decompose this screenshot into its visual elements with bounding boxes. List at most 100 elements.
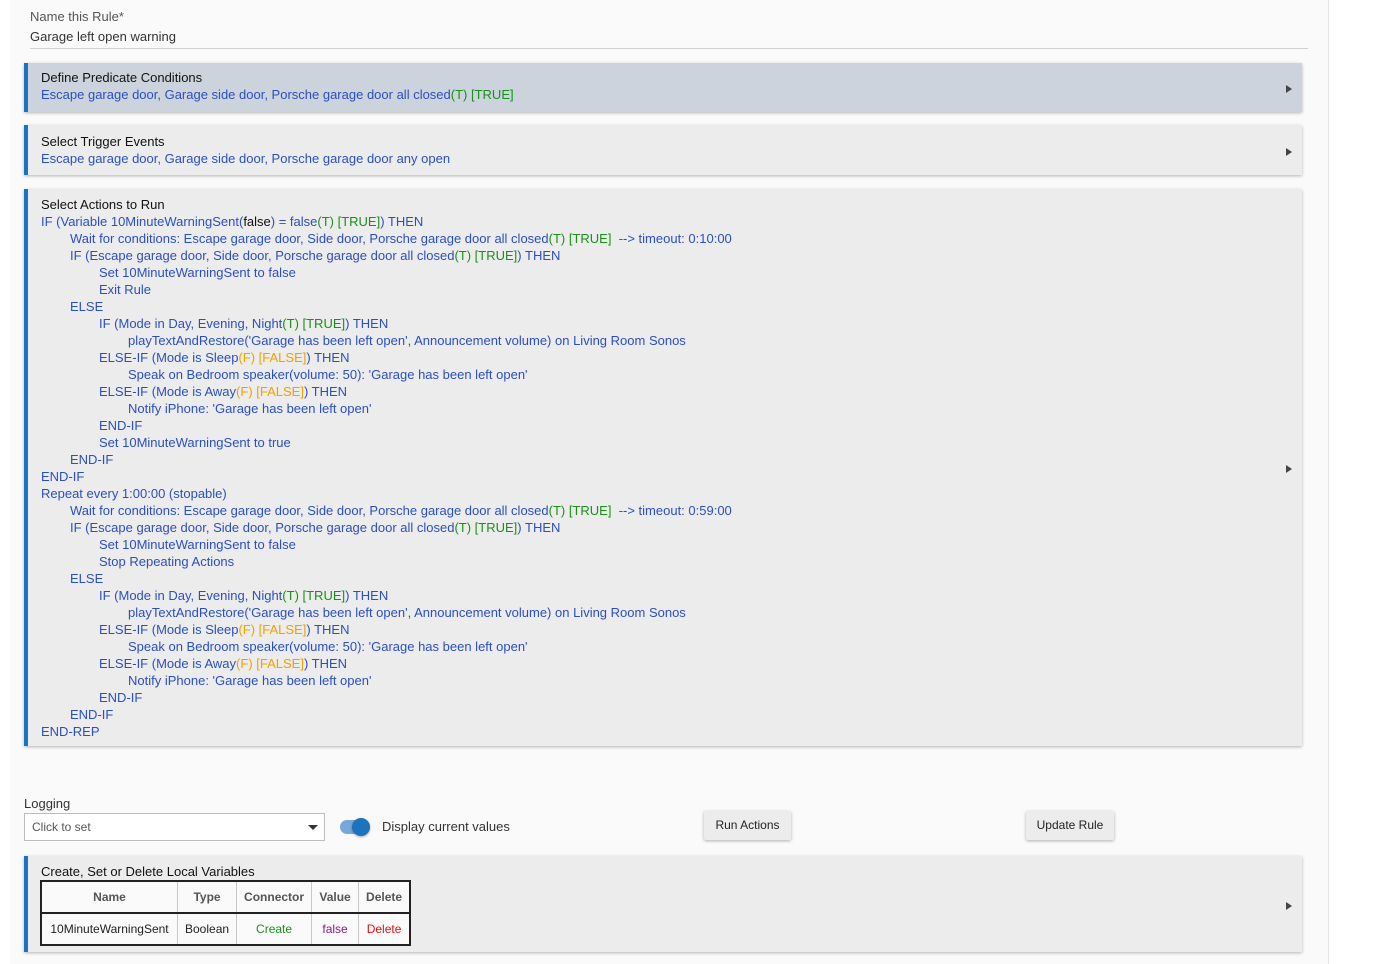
- action-segment: END-IF: [70, 707, 114, 722]
- action-segment: playTextAndRestore('Garage has been left…: [128, 333, 686, 348]
- action-line: ELSE-IF (Mode is Away(F) [FALSE]) THEN: [41, 655, 1272, 672]
- triangle-right-icon[interactable]: [1286, 902, 1292, 910]
- action-line: ELSE: [41, 570, 1272, 587]
- action-segment: Repeat every 1:00:00 (stopable): [41, 486, 227, 501]
- predicate-text: Escape garage door, Garage side door, Po…: [41, 87, 451, 102]
- action-segment: ) THEN: [380, 214, 424, 229]
- action-segment: Wait for conditions: Escape garage door,…: [70, 503, 549, 518]
- action-segment: (F) [FALSE]: [238, 350, 307, 365]
- action-line: END-IF: [41, 451, 1272, 468]
- table-header-row: Name Type Connector Value Delete: [40, 880, 411, 914]
- predicate-summary: Escape garage door, Garage side door, Po…: [41, 87, 1272, 102]
- action-line: END-IF: [41, 468, 1272, 485]
- var-connector-link[interactable]: Create: [236, 912, 313, 946]
- local-variables-title: Create, Set or Delete Local Variables: [41, 864, 255, 879]
- action-line: Set 10MinuteWarningSent to false: [41, 536, 1272, 553]
- action-segment: --> timeout: 0:10:00: [611, 231, 732, 246]
- action-segment: ) THEN: [345, 316, 389, 331]
- predicate-panel[interactable]: Define Predicate Conditions Escape garag…: [24, 63, 1302, 112]
- col-delete-header: Delete: [358, 880, 411, 914]
- rule-name-input[interactable]: Garage left open warning: [30, 28, 1308, 49]
- local-variables-table: Name Type Connector Value Delete 10Minut…: [40, 880, 412, 946]
- action-segment: ) THEN: [303, 384, 348, 399]
- action-segment: (T) [TRUE]: [548, 503, 612, 518]
- action-line: Set 10MinuteWarningSent to false: [41, 264, 1272, 281]
- action-line: playTextAndRestore('Garage has been left…: [41, 332, 1272, 349]
- action-line: Speak on Bedroom speaker(volume: 50): 'G…: [41, 638, 1272, 655]
- action-segment: IF (Escape garage door, Side door, Porsc…: [70, 248, 455, 263]
- action-line: Notify iPhone: 'Garage has been left ope…: [41, 400, 1272, 417]
- action-segment: IF (Mode in Day, Evening, Night: [99, 316, 283, 331]
- var-delete-link[interactable]: Delete: [358, 912, 411, 946]
- action-line: ELSE-IF (Mode is Sleep(F) [FALSE]) THEN: [41, 349, 1272, 366]
- action-segment: ) THEN: [306, 350, 350, 365]
- action-segment: Stop Repeating Actions: [99, 554, 235, 569]
- local-variables-panel[interactable]: Create, Set or Delete Local Variables Na…: [24, 856, 1302, 952]
- rule-name-label: Name this Rule*: [30, 9, 124, 24]
- col-value-header: Value: [311, 880, 360, 914]
- action-segment: ) THEN: [517, 520, 561, 535]
- col-connector-header: Connector: [236, 880, 313, 914]
- action-line: IF (Variable 10MinuteWarningSent(false) …: [41, 213, 1272, 230]
- logging-select[interactable]: Click to set: [24, 813, 325, 841]
- triangle-right-icon[interactable]: [1286, 465, 1292, 473]
- table-row: 10MinuteWarningSent Boolean Create false…: [40, 912, 411, 946]
- action-segment: ELSE: [70, 571, 104, 586]
- action-line: IF (Escape garage door, Side door, Porsc…: [41, 247, 1272, 264]
- action-segment: (F) [FALSE]: [236, 656, 304, 671]
- display-values-toggle-knob[interactable]: [352, 818, 370, 836]
- triangle-right-icon[interactable]: [1286, 148, 1292, 156]
- trigger-title: Select Trigger Events: [41, 134, 165, 149]
- action-segment: ELSE: [70, 299, 104, 314]
- action-segment: (T) [TRUE]: [548, 231, 612, 246]
- action-line: Wait for conditions: Escape garage door,…: [41, 230, 1272, 247]
- action-segment: ELSE-IF (Mode is Away: [99, 656, 237, 671]
- predicate-state: (T) [TRUE]: [450, 87, 514, 102]
- logging-select-value: Click to set: [32, 820, 91, 834]
- action-line: END-IF: [41, 706, 1272, 723]
- action-segment: (T) [TRUE]: [454, 520, 518, 535]
- trigger-panel[interactable]: Select Trigger Events Escape garage door…: [24, 125, 1302, 175]
- action-segment: END-IF: [99, 690, 143, 705]
- actions-panel[interactable]: Select Actions to Run IF (Variable 10Min…: [24, 189, 1302, 746]
- action-segment: (F) [FALSE]: [238, 622, 307, 637]
- action-line: playTextAndRestore('Garage has been left…: [41, 604, 1272, 621]
- predicate-title: Define Predicate Conditions: [41, 70, 203, 85]
- col-name-header: Name: [40, 880, 178, 914]
- action-line: ELSE-IF (Mode is Away(F) [FALSE]) THEN: [41, 383, 1272, 400]
- action-segment: ELSE-IF (Mode is Sleep: [99, 622, 239, 637]
- action-segment: Notify iPhone: 'Garage has been left ope…: [128, 401, 372, 416]
- run-actions-button[interactable]: Run Actions: [704, 811, 791, 840]
- triangle-right-icon[interactable]: [1286, 85, 1292, 93]
- action-line: ELSE: [41, 298, 1272, 315]
- action-line: IF (Mode in Day, Evening, Night(T) [TRUE…: [41, 587, 1272, 604]
- action-segment: ) THEN: [303, 656, 348, 671]
- action-segment: IF (Escape garage door, Side door, Porsc…: [70, 520, 455, 535]
- var-value-link[interactable]: false: [311, 912, 360, 946]
- action-segment: ) THEN: [517, 248, 561, 263]
- action-segment: ) THEN: [306, 622, 350, 637]
- action-segment: (T) [TRUE]: [317, 214, 381, 229]
- action-segment: END-IF: [41, 469, 85, 484]
- logging-label: Logging: [24, 796, 71, 811]
- action-line: Notify iPhone: 'Garage has been left ope…: [41, 672, 1272, 689]
- action-line: END-IF: [41, 689, 1272, 706]
- action-segment: Wait for conditions: Escape garage door,…: [70, 231, 549, 246]
- var-type: Boolean: [176, 912, 238, 946]
- update-rule-button[interactable]: Update Rule: [1026, 811, 1114, 840]
- var-name: 10MinuteWarningSent: [40, 912, 178, 946]
- action-segment: ELSE-IF (Mode is Sleep: [99, 350, 239, 365]
- action-line: IF (Mode in Day, Evening, Night(T) [TRUE…: [41, 315, 1272, 332]
- action-segment: END-IF: [70, 452, 114, 467]
- action-line: Stop Repeating Actions: [41, 553, 1272, 570]
- action-segment: (T) [TRUE]: [282, 316, 346, 331]
- action-line: Exit Rule: [41, 281, 1272, 298]
- action-segment: Speak on Bedroom speaker(volume: 50): 'G…: [128, 639, 528, 654]
- action-line: IF (Escape garage door, Side door, Porsc…: [41, 519, 1272, 536]
- action-line: Wait for conditions: Escape garage door,…: [41, 502, 1272, 519]
- action-segment: END-REP: [41, 724, 100, 739]
- action-segment: playTextAndRestore('Garage has been left…: [128, 605, 686, 620]
- action-line: Set 10MinuteWarningSent to true: [41, 434, 1272, 451]
- trigger-summary: Escape garage door, Garage side door, Po…: [41, 151, 451, 166]
- caret-down-icon: [308, 825, 318, 830]
